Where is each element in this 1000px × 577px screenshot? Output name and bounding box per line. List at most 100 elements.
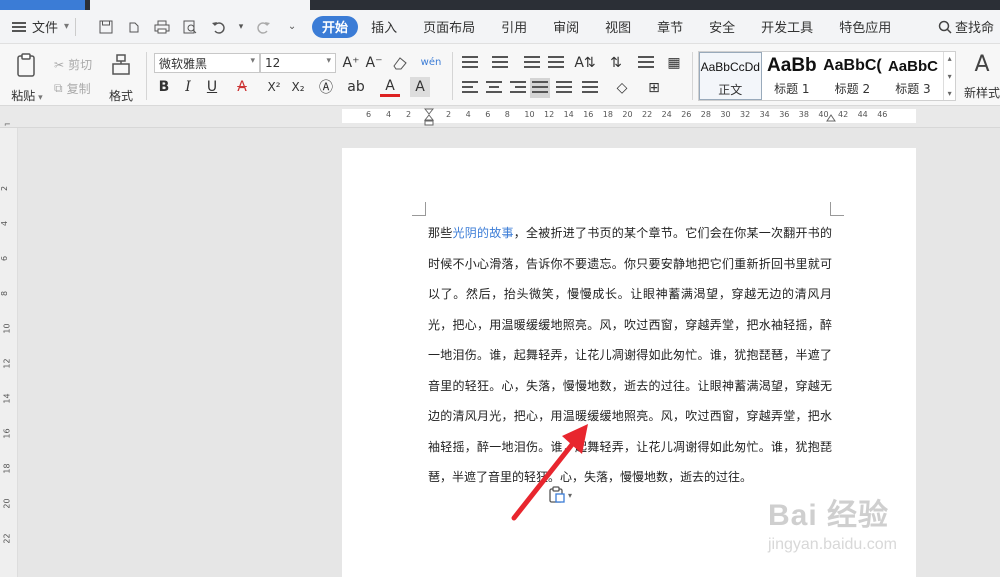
horizontal-ruler[interactable]: 6 4 2 2 4 6 8 10 12 14 16 18 20 22 24 26 28 30 32 34 36 38… [0, 106, 1000, 128]
line-spacing-icon[interactable] [580, 78, 600, 98]
search-command[interactable]: 查找命 [938, 17, 994, 36]
align-left-icon[interactable] [460, 78, 480, 98]
margin-corner-top-left [412, 202, 426, 216]
ruler-number: 6 [0, 255, 10, 262]
underline-button[interactable]: U [202, 77, 222, 97]
tab-page-layout[interactable]: 页面布局 [410, 16, 488, 38]
new-style-button[interactable]: A 新样式 [962, 52, 1000, 101]
document-tab[interactable] [90, 0, 310, 10]
style-heading-1[interactable]: AaBb 标题 1 [762, 52, 823, 100]
phonetic-guide-icon[interactable]: wén [416, 52, 446, 72]
numbered-list-icon[interactable] [490, 53, 510, 73]
style-heading-3[interactable]: AaBbC 标题 3 [883, 52, 944, 100]
borders-icon[interactable]: ⊞ [644, 78, 664, 98]
ruler-number: 18 [2, 463, 12, 474]
ruler-number: 4 [386, 110, 392, 119]
bullet-list-icon[interactable] [460, 53, 480, 73]
style-normal[interactable]: AaBbCcDd 正文 [699, 52, 762, 100]
tab-section[interactable]: 章节 [644, 16, 696, 38]
tab-security[interactable]: 安全 [696, 16, 748, 38]
ruler-number: 8 [0, 290, 10, 297]
strikethrough-icon[interactable]: A [232, 77, 252, 97]
font-name-value: 微软雅黑 [159, 56, 208, 71]
brush-icon [112, 54, 130, 75]
text-direction-icon[interactable]: A⇅ [574, 53, 595, 73]
bold-button[interactable]: B [154, 77, 174, 97]
undo-icon[interactable] [208, 17, 228, 37]
app-tab[interactable] [0, 0, 85, 10]
shading-icon[interactable]: ◇ [612, 78, 632, 98]
file-menu-label: 文件 [32, 21, 59, 36]
chevron-down-icon[interactable]: ▾ [236, 17, 246, 37]
ruler-number: 16 [2, 428, 12, 439]
align-right-icon[interactable] [508, 78, 528, 98]
menu-bar: 文件 ▾ ▾ ⌄ 开始 插入 页面布局 引用 审阅 视图 章节 安全 开发工具 … [0, 10, 1000, 44]
tab-references[interactable]: 引用 [488, 16, 540, 38]
ruler-number: 22 [642, 110, 653, 119]
file-menu[interactable]: 文件 ▾ [32, 17, 69, 36]
style-gallery: AaBbCcDd 正文 AaBb 标题 1 AaBbC( 标题 2 AaBbC … [698, 51, 956, 101]
font-name-select[interactable]: 微软雅黑 ▾ [154, 53, 260, 73]
para-marks-icon[interactable] [636, 53, 656, 73]
tab-home[interactable]: 开始 [312, 15, 359, 38]
document-body-text[interactable]: 那些光阴的故事，全被折进了书页的某个章节。它们会在你某一次翻开书的时候不小心滑落… [428, 218, 832, 493]
highlight-icon[interactable]: ab [346, 77, 366, 97]
text-effect-icon[interactable]: Ⓐ [316, 77, 336, 97]
text-before-link: 那些 [428, 226, 453, 240]
clear-format-icon[interactable] [390, 53, 410, 73]
vertical-ruler[interactable]: 2 4 6 8 10 12 14 16 18 20 22 [0, 128, 18, 577]
style-heading-2[interactable]: AaBbC( 标题 2 [822, 52, 883, 100]
distribute-icon[interactable] [554, 78, 574, 98]
chevron-down-icon: ▾ [64, 21, 70, 32]
sort-icon[interactable]: ⇅ [606, 53, 626, 73]
justify-icon[interactable] [530, 78, 550, 98]
font-size-value: 12 [265, 56, 281, 70]
watermark-main: Bai 经验 [768, 499, 890, 532]
save-icon[interactable] [96, 17, 116, 37]
tab-special[interactable]: 特色应用 [826, 16, 904, 38]
italic-button[interactable]: I [178, 77, 198, 97]
print-icon[interactable] [152, 17, 172, 37]
chevron-down-icon[interactable]: ▾ [948, 72, 952, 81]
grow-font-icon[interactable]: A⁺ [341, 53, 361, 73]
increase-indent-icon[interactable] [546, 53, 566, 73]
superscript-button[interactable]: X² [264, 77, 284, 97]
redo-icon[interactable] [254, 17, 274, 37]
text-link[interactable]: 光阴的故事 [453, 226, 514, 240]
align-center-icon[interactable] [484, 78, 504, 98]
font-color-button[interactable]: A [380, 77, 400, 97]
tab-view[interactable]: 视图 [592, 16, 644, 38]
cut-button[interactable]: ✂ 剪切 [54, 56, 92, 73]
subscript-button[interactable]: X₂ [288, 77, 308, 97]
ruler-number: 34 [759, 110, 770, 119]
font-size-select[interactable]: 12 ▾ [260, 53, 336, 73]
tab-insert[interactable]: 插入 [358, 16, 410, 38]
export-icon[interactable] [124, 17, 144, 37]
ruler-number: 14 [2, 393, 12, 404]
copy-label: 复制 [66, 82, 91, 96]
menu-icon[interactable] [12, 20, 26, 34]
tab-developer[interactable]: 开发工具 [748, 16, 826, 38]
tab-review[interactable]: 审阅 [540, 16, 592, 38]
indent-marker-icon[interactable] [424, 108, 434, 126]
style-sample: AaBbC [887, 57, 938, 75]
customize-toolbar-icon[interactable]: ⌄ [282, 17, 302, 37]
right-indent-marker-icon[interactable] [826, 110, 836, 122]
print-preview-icon[interactable] [180, 17, 200, 37]
ruler-number: 22 [2, 533, 12, 544]
margin-corner-top-right [830, 202, 844, 216]
ruler-number: 4 [0, 220, 10, 227]
paste-button[interactable]: 粘贴 ▾ [10, 52, 44, 104]
shrink-font-icon[interactable]: A⁻ [364, 53, 384, 73]
annotation-arrow-icon [511, 424, 588, 521]
chevron-up-icon[interactable]: ▴ [948, 54, 952, 63]
cut-label: 剪切 [68, 58, 93, 72]
char-shading-icon[interactable]: A [410, 77, 430, 97]
decrease-indent-icon[interactable] [522, 53, 542, 73]
style-gallery-scroll[interactable]: ▴ ▾ ▾ [943, 52, 955, 100]
border-table-icon[interactable]: ▦ [664, 53, 684, 73]
more-icon[interactable]: ▾ [948, 89, 952, 98]
copy-button[interactable]: ⧉ 复制 [54, 80, 91, 97]
text-after-link: ，全被折进了书页的某个章节。它们会在你某一次翻开书的时候不小心滑落，告诉你不要遗… [428, 226, 832, 484]
divider [75, 17, 77, 36]
